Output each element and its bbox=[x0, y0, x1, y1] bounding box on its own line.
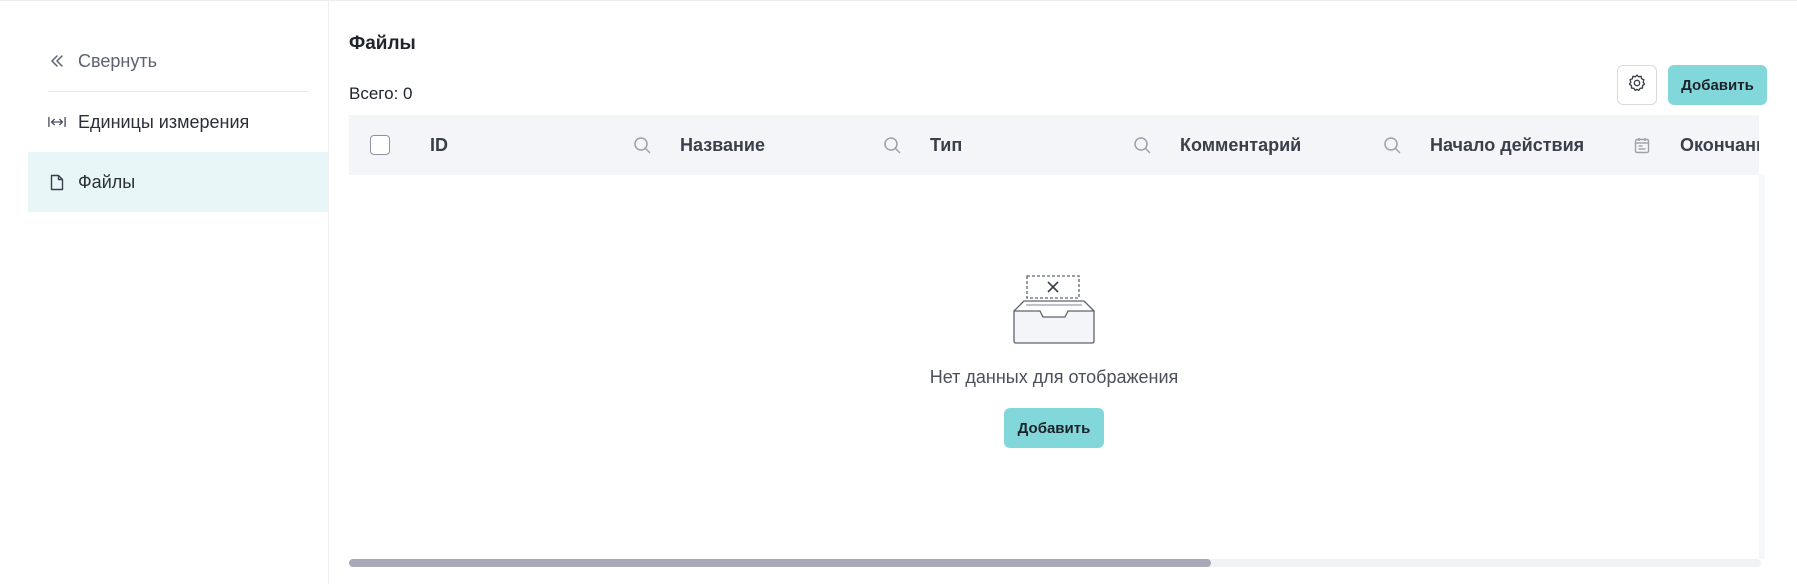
column-label: Окончани bbox=[1680, 134, 1759, 155]
empty-inbox-icon bbox=[1013, 275, 1095, 344]
app-window: Свернуть Единицы измерения Файлы Файлы В… bbox=[0, 0, 1797, 584]
add-button[interactable]: Добавить bbox=[1668, 65, 1767, 105]
column-label: ID bbox=[430, 134, 448, 155]
horizontal-scrollbar[interactable] bbox=[349, 559, 1761, 567]
column-header-type[interactable]: Тип bbox=[930, 115, 1180, 175]
empty-add-button[interactable]: Добавить bbox=[1004, 408, 1104, 448]
double-chevron-left-icon bbox=[48, 52, 66, 70]
sidebar-border bbox=[328, 1, 329, 584]
column-header-start-date[interactable]: Начало действия bbox=[1430, 115, 1680, 175]
column-header-end-date[interactable]: Окончани bbox=[1680, 115, 1759, 175]
sidebar-item-files[interactable]: Файлы bbox=[28, 152, 328, 212]
page-title: Файлы bbox=[349, 33, 416, 54]
column-label: Комментарий bbox=[1180, 134, 1302, 155]
select-all-checkbox[interactable] bbox=[370, 135, 390, 155]
empty-state-message: Нет данных для отображения bbox=[929, 367, 1179, 387]
sidebar: Свернуть Единицы измерения Файлы bbox=[28, 31, 328, 212]
files-table: ID Название Тип Комментарий Начало дейст… bbox=[349, 115, 1759, 557]
column-label: Начало действия bbox=[1430, 134, 1585, 155]
main-content: Файлы Всего: 0 Добавить ID Название Тип … bbox=[349, 1, 1769, 584]
table-right-edge bbox=[1759, 175, 1765, 559]
sidebar-item-units[interactable]: Единицы измерения bbox=[28, 92, 328, 152]
sidebar-collapse-label: Свернуть bbox=[78, 50, 157, 71]
sidebar-collapse-button[interactable]: Свернуть bbox=[28, 31, 328, 91]
column-header-id[interactable]: ID bbox=[430, 115, 680, 175]
sidebar-item-label: Файлы bbox=[78, 171, 136, 192]
ruler-arrows-icon bbox=[48, 113, 66, 131]
search-icon[interactable] bbox=[882, 135, 902, 155]
settings-button[interactable] bbox=[1617, 65, 1657, 105]
search-icon[interactable] bbox=[1382, 135, 1402, 155]
column-header-comment[interactable]: Комментарий bbox=[1180, 115, 1430, 175]
search-icon[interactable] bbox=[632, 135, 652, 155]
search-icon[interactable] bbox=[1132, 135, 1152, 155]
calendar-icon[interactable] bbox=[1632, 135, 1652, 155]
total-count: Всего: 0 bbox=[349, 84, 413, 103]
empty-state: Нет данных для отображения Добавить bbox=[349, 275, 1759, 448]
column-label: Название bbox=[680, 134, 765, 155]
column-label: Тип bbox=[930, 134, 963, 155]
table-header: ID Название Тип Комментарий Начало дейст… bbox=[349, 115, 1759, 175]
horizontal-scrollbar-thumb[interactable] bbox=[349, 559, 1211, 567]
file-icon bbox=[48, 173, 66, 191]
sidebar-item-label: Единицы измерения bbox=[78, 111, 250, 132]
column-header-name[interactable]: Название bbox=[680, 115, 930, 175]
gear-icon bbox=[1627, 73, 1647, 98]
